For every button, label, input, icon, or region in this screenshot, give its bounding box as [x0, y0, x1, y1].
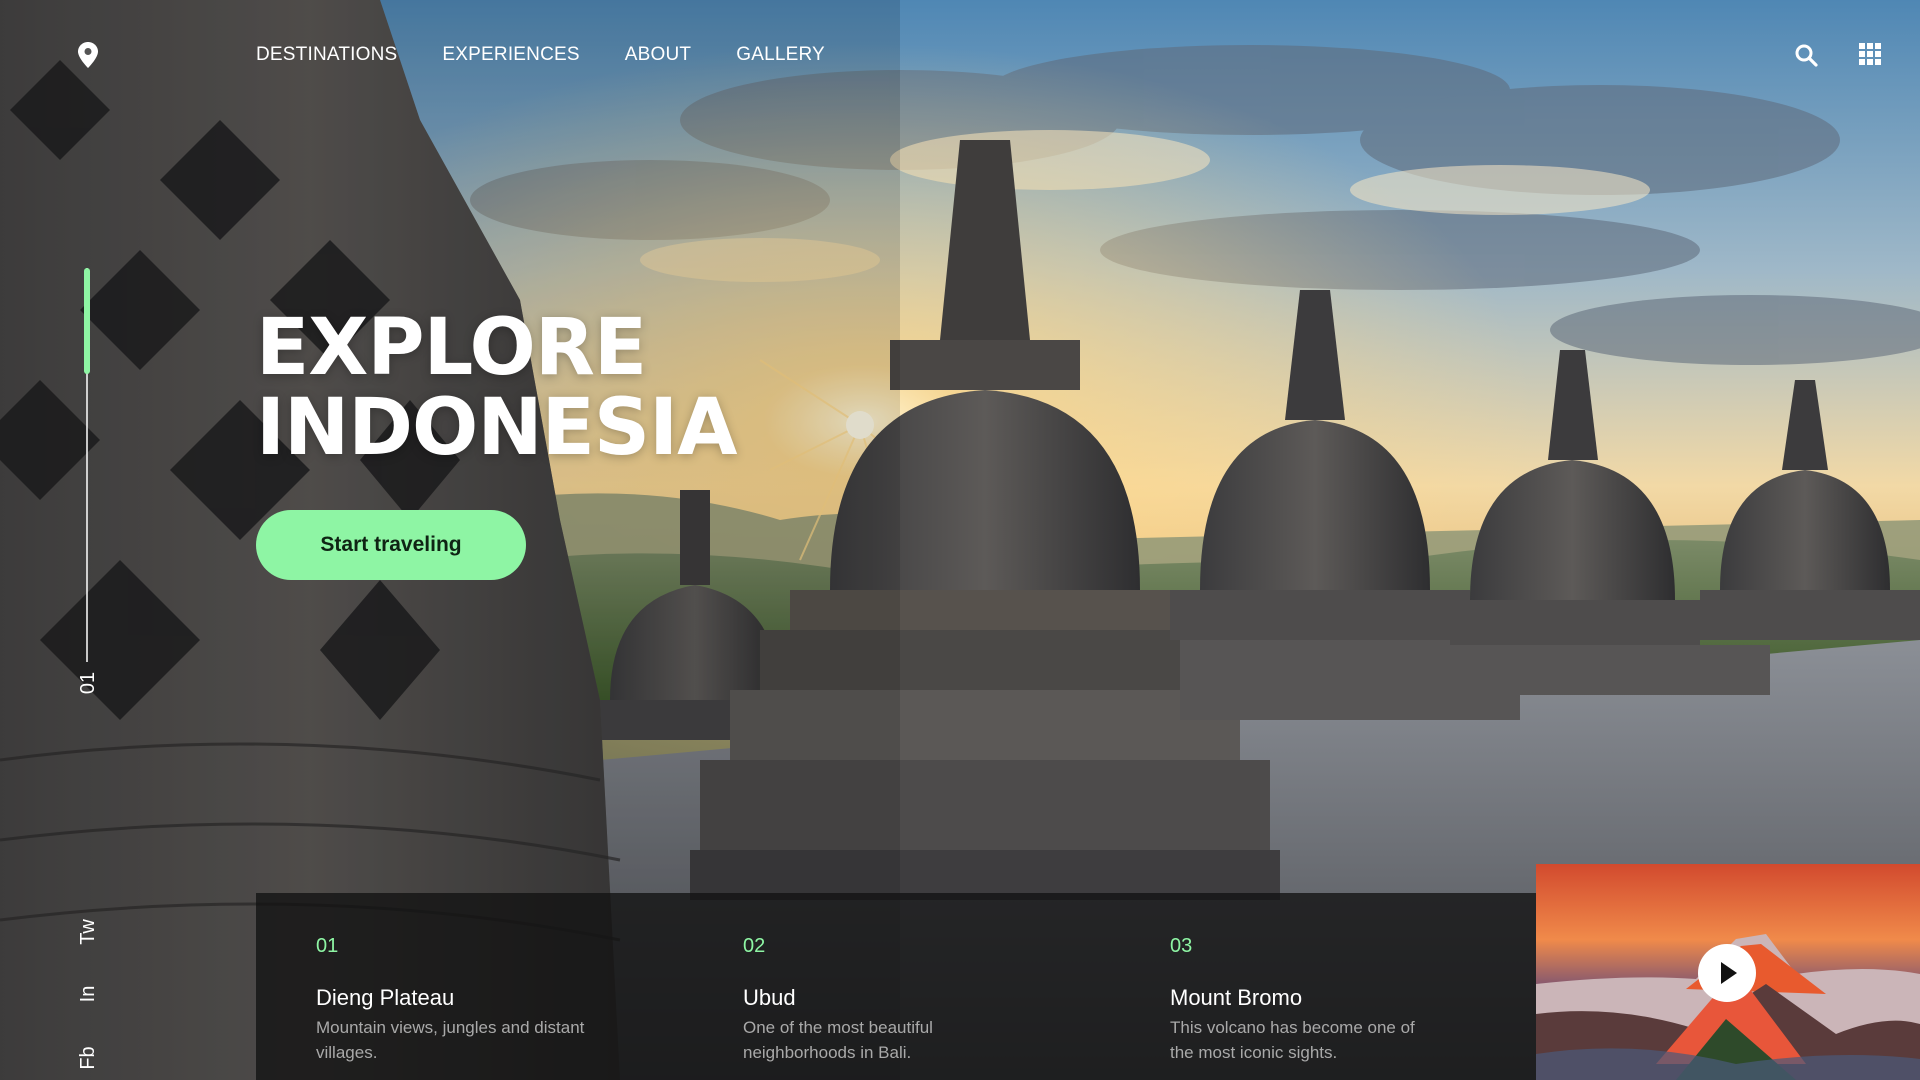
- card-title: Mount Bromo: [1170, 985, 1303, 1010]
- play-icon: [1721, 962, 1737, 984]
- top-navigation: DESTINATIONS EXPERIENCES ABOUT GALLERY: [0, 0, 1920, 110]
- destination-cards: 01 Dieng Plateau Mountain views, jungles…: [256, 893, 1536, 1080]
- destination-card-mount-bromo[interactable]: 03 Mount Bromo This volcano has become o…: [1110, 893, 1440, 1080]
- play-button[interactable]: [1698, 944, 1756, 1002]
- card-number: 03: [1170, 935, 1193, 957]
- video-thumbnail[interactable]: [1536, 864, 1920, 1080]
- card-number: 01: [316, 935, 339, 957]
- start-traveling-button[interactable]: Start traveling: [256, 510, 526, 580]
- social-link-twitter[interactable]: Tw: [70, 912, 106, 952]
- card-description: One of the most beautiful neighborhoods …: [743, 1018, 933, 1062]
- map-pin-icon[interactable]: [78, 42, 98, 68]
- card-description: Mountain views, jungles and distant vill…: [316, 1018, 585, 1062]
- hero-title: EXPLORE INDONESIA: [256, 303, 737, 473]
- card-number: 02: [743, 935, 766, 957]
- social-link-facebook[interactable]: Fb: [70, 1038, 106, 1078]
- card-title: Dieng Plateau: [316, 985, 455, 1010]
- destination-card-ubud[interactable]: 02 Ubud One of the most beautiful neighb…: [683, 893, 1013, 1080]
- slide-number: 01: [77, 671, 99, 695]
- card-description: This volcano has become one of the most …: [1170, 1018, 1415, 1062]
- social-link-linkedin[interactable]: In: [70, 974, 106, 1014]
- nav-destinations-link[interactable]: DESTINATIONS: [256, 44, 397, 66]
- slide-progress-fill: [84, 268, 90, 374]
- grid-menu-icon[interactable]: [1859, 43, 1883, 67]
- main-menu: DESTINATIONS EXPERIENCES ABOUT GALLERY: [256, 44, 825, 66]
- hero-title-line-1: EXPLORE: [256, 303, 647, 393]
- nav-experiences-link[interactable]: EXPERIENCES: [442, 44, 579, 66]
- nav-about-link[interactable]: ABOUT: [625, 44, 691, 66]
- destination-card-dieng-plateau[interactable]: 01 Dieng Plateau Mountain views, jungles…: [256, 893, 586, 1080]
- card-title: Ubud: [743, 985, 796, 1010]
- nav-gallery-link[interactable]: GALLERY: [736, 44, 825, 66]
- hero-title-line-2: INDONESIA: [256, 383, 737, 473]
- search-icon[interactable]: [1794, 43, 1818, 67]
